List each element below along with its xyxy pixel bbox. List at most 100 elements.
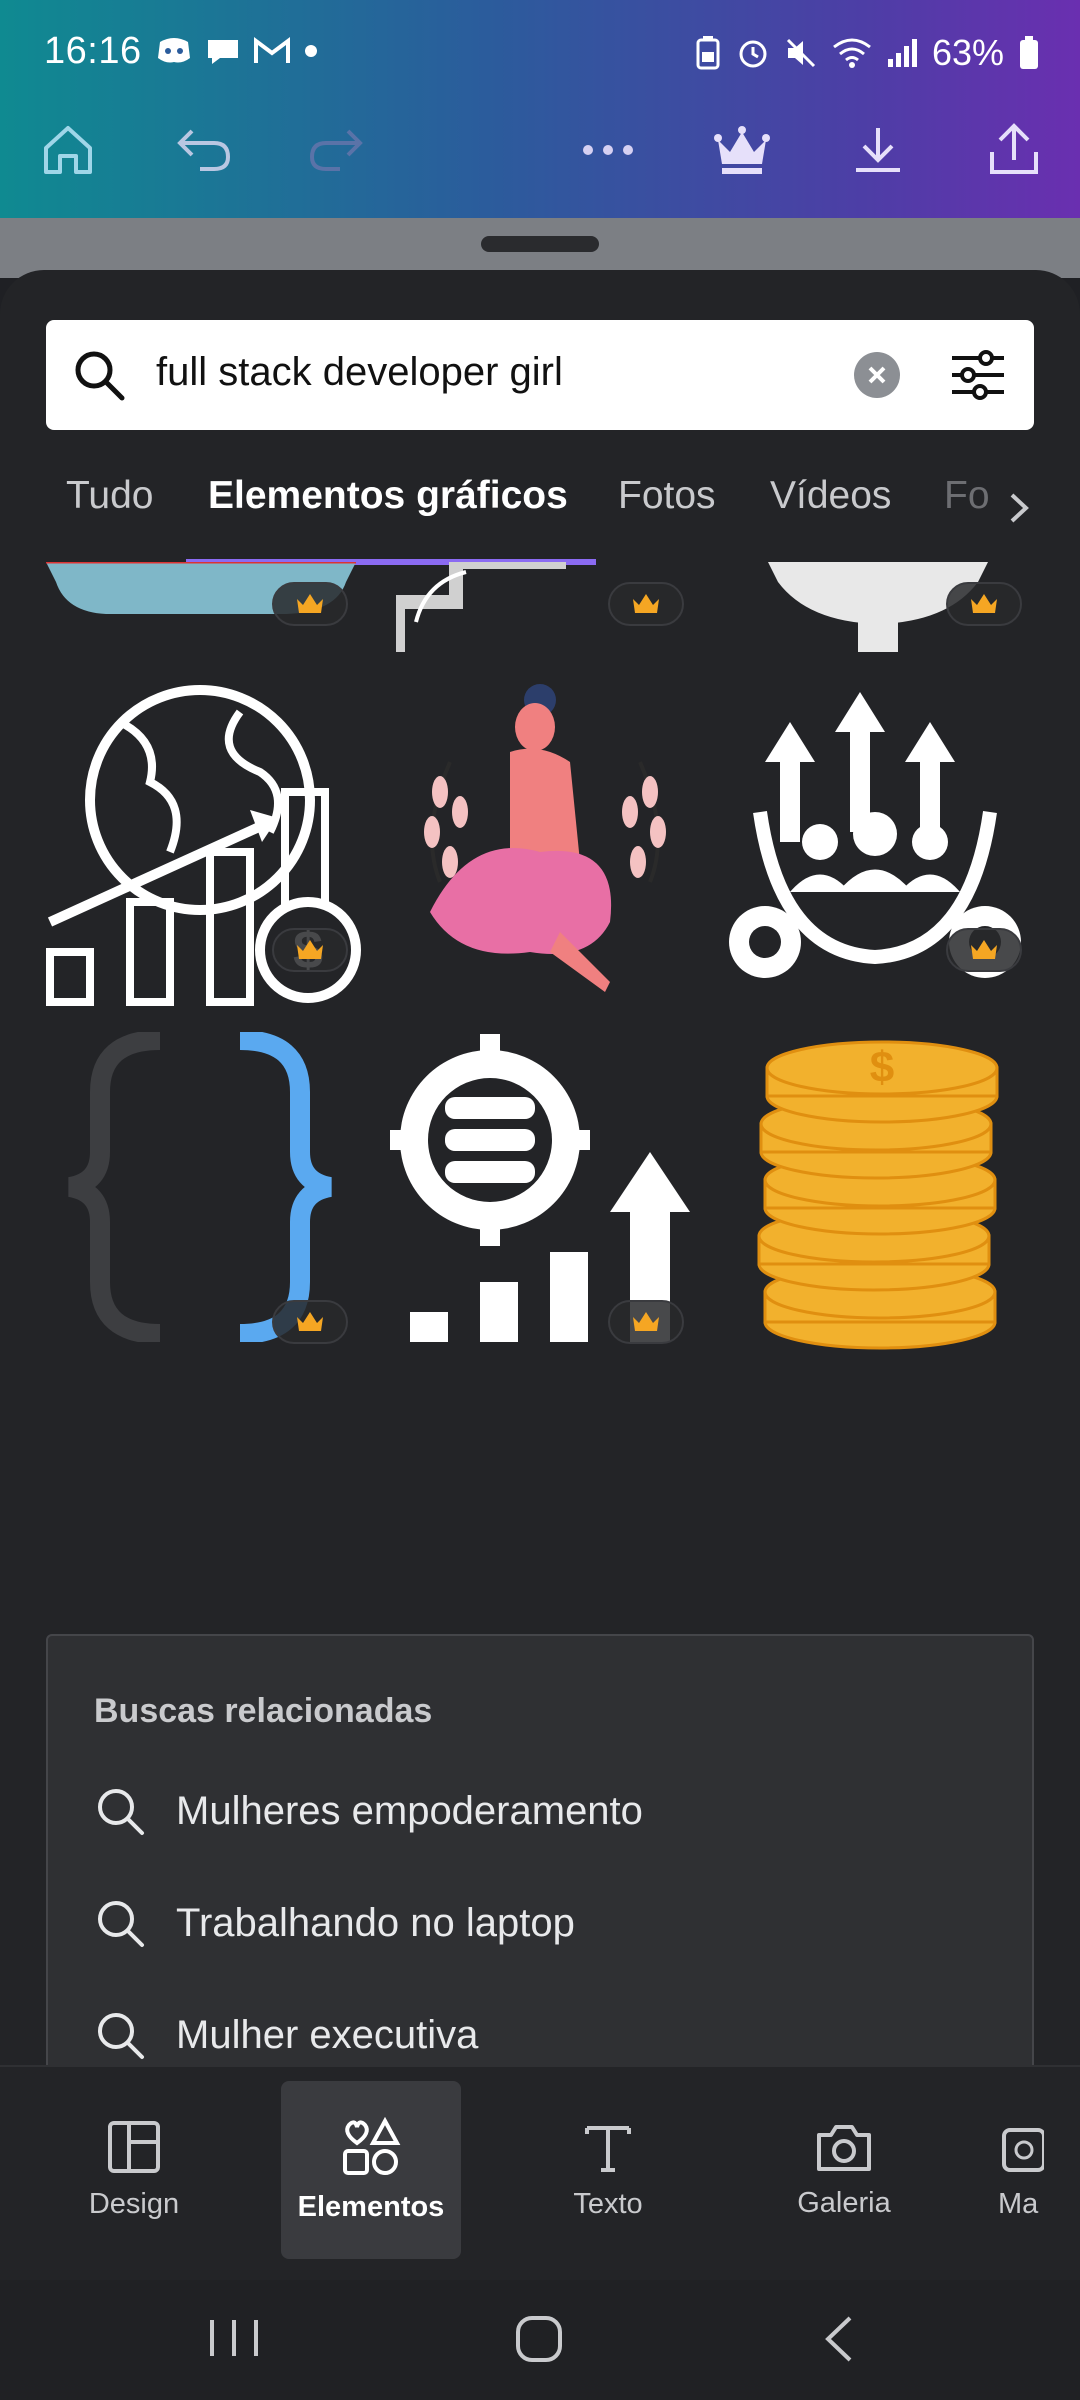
tab-fotos[interactable]: Fotos bbox=[618, 474, 716, 518]
nav-elementos[interactable]: Elementos bbox=[281, 2081, 461, 2259]
nav-galeria[interactable]: Galeria bbox=[754, 2081, 934, 2259]
related-search-item[interactable]: Mulher executiva bbox=[94, 2000, 478, 2065]
result-item[interactable] bbox=[410, 682, 680, 1002]
search-bar[interactable]: full stack developer girl bbox=[46, 320, 1034, 430]
editor-toolbar bbox=[0, 110, 1080, 210]
back-button[interactable] bbox=[822, 2314, 856, 2369]
home-circle-icon bbox=[516, 2316, 562, 2362]
premium-badge bbox=[946, 582, 1022, 626]
battery-percent: 63% bbox=[931, 32, 1004, 73]
search-icon bbox=[98, 2013, 144, 2059]
nav-label: Texto bbox=[573, 2187, 643, 2220]
tab-tudo[interactable]: Tudo bbox=[66, 474, 153, 518]
notification-icons bbox=[156, 36, 318, 66]
dot-icon bbox=[305, 45, 317, 57]
signal-icon bbox=[887, 39, 917, 67]
system-navigation-bar bbox=[0, 2280, 1080, 2400]
crown-icon bbox=[971, 940, 997, 959]
crown-icon bbox=[633, 1312, 659, 1331]
search-input[interactable]: full stack developer girl bbox=[156, 350, 563, 395]
share-icon bbox=[990, 123, 1038, 174]
crown-icon bbox=[297, 594, 323, 613]
camera-icon bbox=[817, 2124, 871, 2171]
nav-design[interactable]: Design bbox=[44, 2081, 224, 2259]
svg-text:$: $ bbox=[870, 1043, 894, 1092]
close-icon bbox=[868, 366, 886, 384]
related-search-label: Trabalhando no laptop bbox=[176, 1900, 575, 1945]
results-grid: $ Buscas relacionadas Mulheres empoderam… bbox=[0, 562, 1080, 2065]
crown-icon bbox=[714, 126, 770, 174]
premium-button[interactable] bbox=[702, 110, 782, 190]
tab-videos[interactable]: Vídeos bbox=[770, 474, 891, 518]
nav-label: Design bbox=[88, 2187, 180, 2220]
nav-label: Elementos bbox=[297, 2190, 445, 2223]
coin-stack-graphic: $ bbox=[757, 1040, 999, 1350]
related-searches-title: Buscas relacionadas bbox=[94, 1692, 433, 1730]
related-search-item[interactable]: Trabalhando no laptop bbox=[94, 1888, 575, 1958]
code-braces-graphic bbox=[67, 1030, 333, 1344]
nav-texto[interactable]: Texto bbox=[518, 2081, 698, 2259]
meditating-woman-graphic bbox=[424, 684, 666, 992]
crown-icon bbox=[297, 1312, 323, 1331]
related-search-label: Mulher executiva bbox=[176, 2012, 479, 2057]
search-icon bbox=[98, 1789, 144, 1835]
crown-icon bbox=[971, 594, 997, 613]
undo-button[interactable] bbox=[164, 110, 244, 190]
home-icon bbox=[44, 126, 92, 174]
more-button[interactable] bbox=[568, 110, 648, 190]
battery-icon bbox=[1020, 36, 1038, 69]
undo-icon bbox=[177, 129, 231, 171]
status-time: 16:16 bbox=[44, 30, 142, 72]
clear-search-button[interactable] bbox=[854, 352, 900, 398]
text-icon bbox=[585, 2125, 631, 2172]
crown-icon bbox=[633, 594, 659, 613]
download-icon bbox=[856, 128, 900, 172]
premium-badge bbox=[272, 928, 348, 972]
status-bar: 16:16 63% bbox=[0, 0, 1080, 110]
discord-icon bbox=[158, 38, 190, 63]
nav-more[interactable]: Ma bbox=[990, 2081, 1080, 2259]
redo-button[interactable] bbox=[296, 110, 376, 190]
home-button[interactable] bbox=[28, 110, 108, 190]
home-nav-button[interactable] bbox=[514, 2314, 564, 2369]
mute-icon bbox=[786, 38, 815, 68]
bottom-navigation: Design Elementos Texto Galeria Ma bbox=[0, 2065, 1080, 2280]
download-button[interactable] bbox=[838, 110, 918, 190]
layout-icon bbox=[108, 2120, 160, 2173]
recents-button[interactable] bbox=[206, 2316, 262, 2365]
nav-label: Galeria bbox=[797, 2186, 891, 2219]
gmail-icon bbox=[254, 37, 290, 63]
premium-badge bbox=[272, 1300, 348, 1344]
more-icon bbox=[583, 145, 633, 155]
alarm-icon bbox=[739, 40, 767, 68]
premium-badge bbox=[272, 582, 348, 626]
tab-more[interactable]: Fo bbox=[944, 474, 990, 518]
nav-label: Ma bbox=[998, 2187, 1039, 2220]
premium-badge bbox=[608, 582, 684, 626]
result-item[interactable]: $ bbox=[750, 1032, 1010, 1352]
search-icon bbox=[98, 1901, 144, 1947]
tabs-scroll-button[interactable] bbox=[990, 478, 1050, 538]
related-search-label: Mulheres empoderamento bbox=[176, 1788, 643, 1833]
related-searches: Buscas relacionadas Mulheres empoderamen… bbox=[46, 1634, 1034, 2065]
category-tabs: Tudo Elementos gráficos Fotos Vídeos Fo bbox=[0, 460, 1080, 560]
crown-icon bbox=[297, 940, 323, 959]
sheet-drag-handle[interactable] bbox=[481, 236, 599, 252]
filter-icon[interactable] bbox=[950, 348, 1006, 402]
chat-icon bbox=[208, 40, 238, 64]
brand-icon bbox=[1002, 2127, 1044, 2172]
search-icon bbox=[75, 351, 125, 401]
redo-icon bbox=[309, 129, 363, 171]
result-item[interactable] bbox=[60, 1030, 350, 1344]
stairs-graphic bbox=[391, 562, 566, 652]
elements-panel: full stack developer girl Tudo Elementos… bbox=[0, 270, 1080, 2065]
premium-badge bbox=[946, 928, 1022, 972]
back-icon bbox=[825, 2316, 852, 2362]
tab-elementos-graficos[interactable]: Elementos gráficos bbox=[208, 474, 568, 518]
share-button[interactable] bbox=[974, 110, 1054, 190]
recents-icon bbox=[210, 2320, 258, 2356]
related-search-item[interactable]: Mulheres empoderamento bbox=[94, 1776, 643, 1846]
shapes-icon bbox=[343, 2116, 401, 2175]
chevron-right-icon bbox=[1010, 493, 1029, 523]
premium-badge bbox=[608, 1300, 684, 1344]
